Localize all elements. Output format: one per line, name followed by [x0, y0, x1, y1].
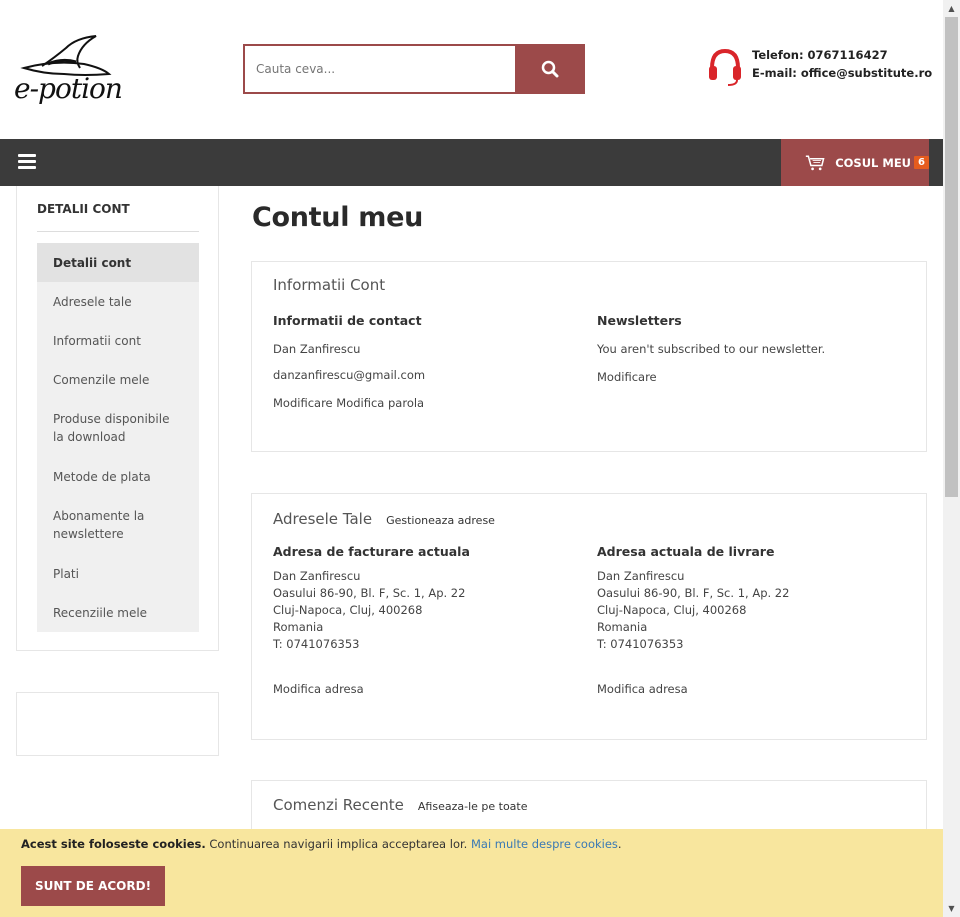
cookie-bold-text: Acest site foloseste cookies.	[21, 837, 206, 851]
view-all-orders-link[interactable]: Afiseaza-le pe toate	[418, 800, 528, 813]
cookie-info-link[interactable]: Mai multe despre cookies	[471, 837, 618, 851]
billing-line: Dan Zanfirescu	[273, 569, 361, 583]
sidebar-item-recenziile-mele[interactable]: Recenziile mele	[37, 593, 199, 632]
edit-billing-address-link[interactable]: Modifica adresa	[273, 681, 364, 698]
manage-addresses-link[interactable]: Gestioneaza adrese	[386, 514, 495, 527]
menu-toggle-icon[interactable]	[18, 154, 36, 170]
recent-orders-title: Comenzi Recente	[273, 796, 404, 814]
sidebar-item-abonamente-newsletter[interactable]: Abonamente la newslettere	[37, 496, 199, 554]
shipping-address-title: Adresa actuala de livrare	[597, 544, 775, 559]
edit-newsletter-link[interactable]: Modificare	[597, 369, 657, 386]
scroll-down-arrow-icon[interactable]: ▼	[943, 900, 960, 917]
addresses-title: Adresele Tale	[273, 510, 373, 528]
sidebar-item-metode-de-plata[interactable]: Metode de plata	[37, 457, 199, 496]
cookie-message: Acest site foloseste cookies. Continuare…	[21, 837, 622, 851]
cart-button[interactable]: COSUL MEU 6	[781, 139, 929, 186]
shipping-line: Dan Zanfirescu	[597, 569, 685, 583]
account-name: Dan Zanfirescu	[273, 342, 361, 356]
cookie-end: .	[617, 837, 622, 851]
cookie-banner: Acest site foloseste cookies. Continuare…	[0, 829, 943, 917]
page-scrollbar[interactable]: ▲ ▼	[943, 0, 960, 917]
scroll-up-arrow-icon[interactable]: ▲	[943, 0, 960, 17]
shipping-line: T: 0741076353	[597, 637, 684, 651]
shipping-line: Oasului 86-90, Bl. F, Sc. 1, Ap. 22	[597, 586, 790, 600]
billing-address: Dan Zanfirescu Oasului 86-90, Bl. F, Sc.…	[273, 568, 465, 653]
billing-address-title: Adresa de facturare actuala	[273, 544, 470, 559]
contact-info: Telefon: 0767116427 E-mail: office@subst…	[708, 44, 938, 88]
edit-shipping-address-link[interactable]: Modifica adresa	[597, 681, 688, 698]
sidebar-item-detalii-cont[interactable]: Detalii cont	[37, 243, 199, 282]
accept-cookies-button[interactable]: SUNT DE ACORD!	[21, 866, 165, 906]
billing-line: T: 0741076353	[273, 637, 360, 651]
billing-line: Cluj-Napoca, Cluj, 400268	[273, 603, 423, 617]
account-info-title: Informatii Cont	[273, 276, 386, 294]
sidebar-item-informatii-cont[interactable]: Informatii cont	[37, 321, 199, 360]
site-header: e-potion Telefon: 0767116427 E-mail: off…	[0, 0, 943, 139]
page-title: Contul meu	[252, 202, 424, 233]
shipping-address: Dan Zanfirescu Oasului 86-90, Bl. F, Sc.…	[597, 568, 789, 653]
logo-text: e-potion	[14, 72, 123, 105]
sidebar-divider	[37, 231, 199, 232]
cookie-text: Continuarea navigarii implica acceptarea…	[205, 837, 471, 851]
sidebar-secondary-box	[16, 692, 219, 756]
account-actions: Modificare Modifica parola	[273, 395, 424, 412]
addresses-header: Adresele Tale Gestioneaza adrese	[273, 510, 495, 528]
sidebar-item-plati[interactable]: Plati	[37, 554, 199, 593]
account-email: danzanfirescu@gmail.com	[273, 368, 426, 382]
cart-count-badge: 6	[914, 156, 929, 169]
search-icon	[541, 60, 559, 78]
shipping-line: Cluj-Napoca, Cluj, 400268	[597, 603, 747, 617]
cart-label: COSUL MEU	[835, 155, 912, 170]
contact-info-title: Informatii de contact	[273, 313, 422, 328]
sidebar-item-produse-download[interactable]: Produse disponibile la download	[37, 399, 199, 457]
search-button[interactable]	[515, 44, 585, 94]
edit-account-link[interactable]: Modificare	[273, 396, 333, 410]
addresses-card: Adresele Tale Gestioneaza adrese Adresa d…	[251, 493, 927, 740]
recent-orders-header: Comenzi Recente Afiseaza-le pe toate	[273, 796, 528, 814]
scroll-thumb[interactable]	[945, 17, 958, 497]
billing-line: Romania	[273, 620, 324, 634]
account-info-card: Informatii Cont Informatii de contact Da…	[251, 261, 927, 452]
cart-icon	[805, 155, 825, 170]
newsletters-title: Newsletters	[597, 313, 682, 328]
sidebar-item-adresele-tale[interactable]: Adresele tale	[37, 282, 199, 321]
billing-line: Oasului 86-90, Bl. F, Sc. 1, Ap. 22	[273, 586, 466, 600]
site-logo[interactable]: e-potion	[14, 28, 124, 123]
sidebar-title: DETALII CONT	[37, 202, 130, 216]
account-sidebar: DETALII CONT Detalii cont Adresele tale …	[16, 186, 219, 651]
sidebar-item-comenzile-mele[interactable]: Comenzile mele	[37, 360, 199, 399]
sidebar-menu: Detalii cont Adresele tale Informatii co…	[37, 243, 199, 632]
headset-icon	[709, 48, 741, 86]
main-navbar: COSUL MEU 6	[0, 139, 943, 186]
search-box	[243, 44, 515, 94]
newsletter-status: You aren't subscribed to our newsletter.	[597, 342, 826, 356]
search-input[interactable]	[245, 46, 515, 92]
phone-number: Telefon: 0767116427	[752, 48, 888, 62]
change-password-link[interactable]: Modifica parola	[336, 396, 424, 410]
email-address: E-mail: office@substitute.ro	[752, 66, 933, 80]
shipping-line: Romania	[597, 620, 648, 634]
